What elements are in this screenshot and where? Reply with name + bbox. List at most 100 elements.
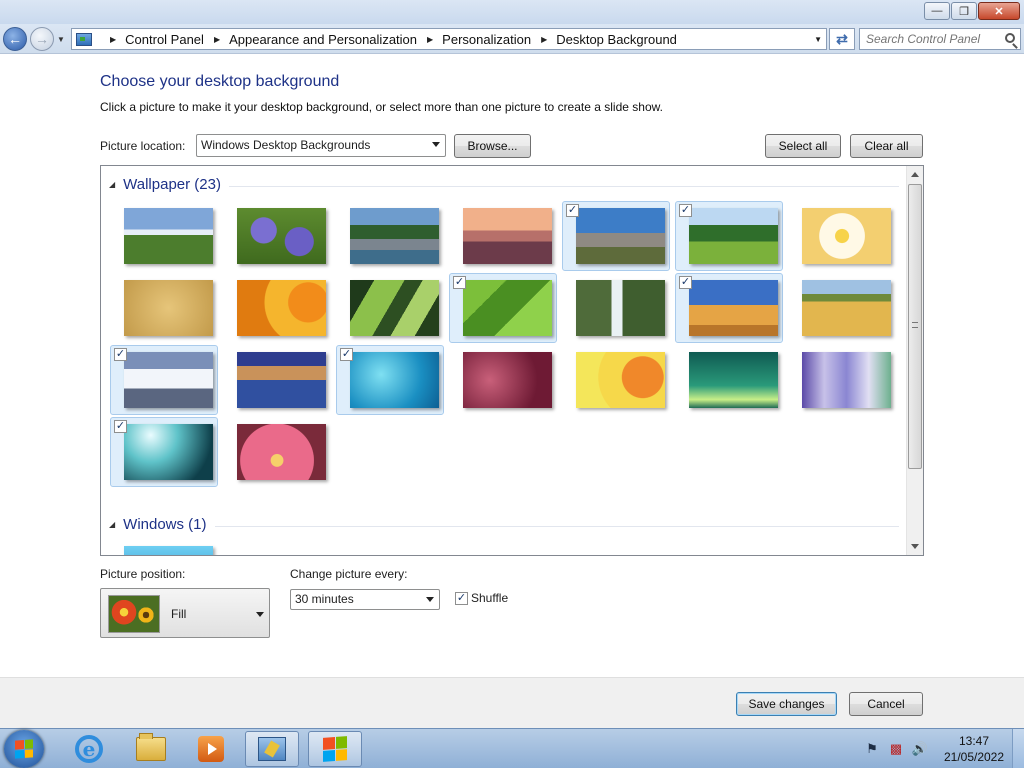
folder-icon [136,733,166,761]
wallpaper-tile-green-valley[interactable]: ✓ [675,201,783,271]
breadcrumb-separator-icon[interactable]: ▶ [110,35,116,44]
select-all-button[interactable]: Select all [765,134,841,158]
wallpaper-tile-purple-stripes[interactable] [788,345,896,415]
start-button[interactable] [4,730,44,768]
wallpaper-thumbnail [802,208,891,264]
wallpaper-tile-frangipani[interactable] [788,201,896,271]
show-desktop-button[interactable] [1012,729,1024,768]
search-box[interactable] [859,28,1021,50]
tile-checkbox[interactable]: ✓ [679,204,692,217]
media-player-icon [198,736,224,762]
wallpaper-tile-green-aurora[interactable] [675,345,783,415]
wallpaper-thumbnail [124,280,213,336]
wallpaper-tile-aurora-maroon[interactable] [449,345,557,415]
group-header-windows[interactable]: ◢ Windows (1) [109,516,899,533]
clear-all-button[interactable]: Clear all [850,134,923,158]
wallpaper-thumbnail [576,280,665,336]
tile-checkbox[interactable]: ✓ [566,204,579,217]
wallpaper-tile-stone-circle[interactable] [110,201,218,271]
wallpaper-tile-stone-bridge[interactable] [336,201,444,271]
wallpaper-tile-yellow-orange-bokeh[interactable] [562,345,670,415]
clock-time: 13:47 [958,734,990,748]
action-center-flag-icon[interactable]: ⚑ [864,741,880,757]
maximize-button[interactable]: ❐ [951,2,977,20]
save-changes-button[interactable]: Save changes [736,692,837,716]
close-button[interactable]: ✕ [978,2,1020,20]
shuffle-checkbox[interactable]: ✓ [455,592,468,605]
wallpaper-thumbnail [124,424,213,480]
taskbar-windows-explorer[interactable] [124,731,178,767]
refresh-button[interactable]: ⇄ [829,28,855,50]
change-interval-value: 30 minutes [295,592,354,606]
forward-button[interactable]: → [30,27,54,51]
network-icon[interactable]: ▩ [888,741,904,757]
breadcrumb-appearance[interactable]: Appearance and Personalization [229,32,417,47]
scroll-up-icon[interactable] [911,172,919,177]
minimize-button[interactable]: — [924,2,950,20]
group-header-wallpaper[interactable]: ◢ Wallpaper (23) [109,176,899,193]
search-icon[interactable] [1005,33,1015,43]
wallpaper-tile-golden-texture[interactable] [110,273,218,343]
wallpaper-tile-dolmen[interactable]: ✓ [562,201,670,271]
taskbar-personalization[interactable] [245,731,299,767]
system-tray: ⚑ ▩ 🔊 13:47 21/05/2022 [864,729,1024,768]
clock[interactable]: 13:47 21/05/2022 [936,733,1012,765]
wallpaper-tile-underwater-blue[interactable]: ✓ [336,345,444,415]
wallpaper-tile-windows-default[interactable] [110,539,218,555]
taskbar-internet-explorer[interactable]: e [62,731,116,767]
wallpaper-tile-agave-leaves[interactable] [336,273,444,343]
tile-checkbox[interactable]: ✓ [453,276,466,289]
collapse-triangle-icon[interactable]: ◢ [109,180,115,189]
picture-position-label: Picture position: [100,567,186,581]
shuffle-label[interactable]: Shuffle [471,591,508,605]
grip-icon [912,322,918,328]
address-dropdown-icon[interactable]: ▼ [814,35,822,44]
tile-checkbox[interactable]: ✓ [114,348,127,361]
cancel-button[interactable]: Cancel [849,692,923,716]
breadcrumb-separator-icon[interactable]: ▶ [427,35,433,44]
wallpaper-tile-wheat-field[interactable] [788,273,896,343]
breadcrumb-personalization[interactable]: Personalization [442,32,531,47]
dialog-footer: Save changes Cancel [0,677,1024,728]
recent-pages-dropdown[interactable]: ▼ [57,35,65,44]
wallpaper-tile-pink-dahlia[interactable] [223,417,331,487]
wallpaper-thumbnail [463,352,552,408]
breadcrumb-separator-icon[interactable]: ▶ [214,35,220,44]
address-bar[interactable]: ▶ Control Panel ▶ Appearance and Personal… [71,28,827,50]
wallpaper-thumbnail [237,208,326,264]
change-interval-dropdown[interactable]: 30 minutes [290,589,440,610]
back-button[interactable]: ← [3,27,27,51]
wallpaper-thumbnail [576,352,665,408]
picture-location-dropdown[interactable]: Windows Desktop Backgrounds [196,134,446,157]
picture-location-value: Windows Desktop Backgrounds [201,138,371,152]
picture-list[interactable]: ◢ Wallpaper (23) ✓ ✓ ✓ ✓ ✓ ✓ ✓ ◢ Windows (1) [100,165,924,556]
taskbar-media-player[interactable] [184,731,238,767]
taskbar-control-panel[interactable] [308,731,362,767]
tile-checkbox[interactable]: ✓ [340,348,353,361]
tile-checkbox[interactable]: ✓ [114,420,127,433]
scrollbar-thumb[interactable] [908,184,922,469]
wallpaper-tile-bluebells[interactable] [223,201,331,271]
scroll-down-icon[interactable] [911,544,919,549]
wallpaper-tile-waterfall[interactable] [562,273,670,343]
wallpaper-thumbnail [124,352,213,408]
wallpaper-tile-snow-mountains[interactable]: ✓ [110,345,218,415]
breadcrumb-desktop-background[interactable]: Desktop Background [556,32,677,47]
tile-checkbox[interactable]: ✓ [679,276,692,289]
wallpaper-tile-desert-dune[interactable]: ✓ [675,273,783,343]
wallpaper-thumbnail [802,280,891,336]
wallpaper-tile-teal-light[interactable]: ✓ [110,417,218,487]
position-preview-thumbnail [108,595,160,633]
picture-position-dropdown[interactable]: Fill [100,588,270,638]
browse-button[interactable]: Browse... [454,134,531,158]
wallpaper-tile-fern[interactable]: ✓ [449,273,557,343]
wallpaper-tile-orange-flower[interactable] [223,273,331,343]
volume-icon[interactable]: 🔊 [912,741,928,757]
breadcrumb-separator-icon[interactable]: ▶ [541,35,547,44]
search-input[interactable] [866,32,996,46]
wallpaper-tile-mountain-lake[interactable] [223,345,331,415]
collapse-triangle-icon[interactable]: ◢ [109,520,115,529]
breadcrumb-control-panel[interactable]: Control Panel [125,32,204,47]
wallpaper-tile-pebble-beach[interactable] [449,201,557,271]
vertical-scrollbar[interactable] [906,166,923,555]
